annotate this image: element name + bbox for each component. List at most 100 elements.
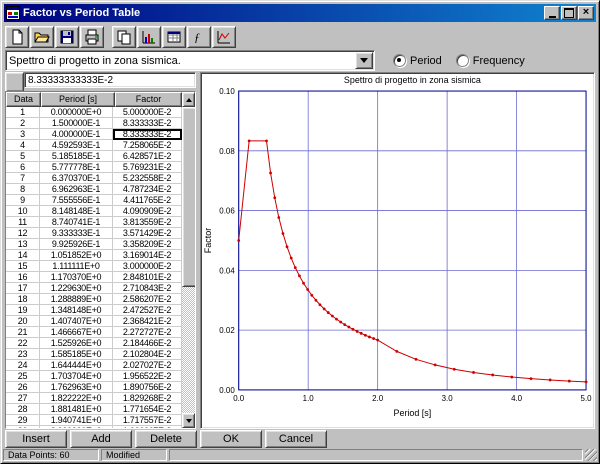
row-index-cell[interactable]: 13 [6,239,40,250]
value-cell[interactable]: 1.585185E+0 [40,349,113,360]
row-index-cell[interactable]: 30 [6,426,40,428]
value-cell[interactable]: 5.232558E-2 [113,173,182,184]
value-cell[interactable]: 2.586207E-2 [113,294,182,305]
row-index-cell[interactable]: 12 [6,228,40,239]
table-button[interactable] [162,26,186,48]
value-cell[interactable]: 1.762963E+0 [40,382,113,393]
row-index-cell[interactable]: 15 [6,261,40,272]
open-button[interactable] [30,26,54,48]
value-cell[interactable]: 7.555556E-1 [40,195,113,206]
value-cell[interactable]: 1.881481E+0 [40,404,113,415]
value-cell[interactable]: 3.000000E-2 [113,261,182,272]
row-index-cell[interactable]: 5 [6,151,40,162]
value-cell[interactable]: 8.333333E-2 [113,129,182,140]
value-cell[interactable]: 1.348148E+0 [40,305,113,316]
value-cell[interactable]: 1.288889E+0 [40,294,113,305]
radio-frequency[interactable]: Frequency [456,54,525,67]
resize-grip[interactable] [585,449,597,461]
row-index-cell[interactable]: 22 [6,338,40,349]
row-index-cell[interactable]: 8 [6,184,40,195]
value-cell[interactable]: 3.813559E-2 [113,217,182,228]
value-cell[interactable]: 9.925926E-1 [40,239,113,250]
value-cell[interactable]: 2.027027E-2 [113,360,182,371]
value-cell[interactable]: 6.962963E-1 [40,184,113,195]
chart-bars-button[interactable] [137,26,161,48]
value-cell[interactable]: 1.829268E-2 [113,393,182,404]
combobox-dropdown-button[interactable] [355,52,373,69]
value-cell[interactable]: 1.956522E-2 [113,371,182,382]
row-index-cell[interactable]: 2 [6,118,40,129]
value-cell[interactable]: 5.769231E-2 [113,162,182,173]
value-cell[interactable]: 3.358209E-2 [113,239,182,250]
delete-button[interactable]: Delete [135,430,197,448]
value-cell[interactable]: 2.272727E-2 [113,327,182,338]
column-header-period-s[interactable]: Period [s] [41,92,115,107]
value-cell[interactable]: 8.740741E-1 [40,217,113,228]
table-scrollbar[interactable] [182,92,195,428]
value-cell[interactable]: 3.571429E-2 [113,228,182,239]
value-cell[interactable]: 1.525926E+0 [40,338,113,349]
scroll-up-button[interactable] [182,92,195,107]
row-index-cell[interactable]: 11 [6,217,40,228]
value-cell[interactable]: 8.148148E-1 [40,206,113,217]
value-cell[interactable]: 8.333333E-2 [113,118,182,129]
value-cell[interactable]: 1.500000E-1 [40,118,113,129]
row-index-cell[interactable]: 6 [6,162,40,173]
value-cell[interactable]: 7.258065E-2 [113,140,182,151]
scrollbar-track[interactable] [182,107,195,413]
value-cell[interactable]: 5.185185E-1 [40,151,113,162]
radio-period[interactable]: Period [393,54,442,67]
row-index-cell[interactable]: 27 [6,393,40,404]
column-header-factor[interactable]: Factor [115,92,182,107]
new-button[interactable] [5,26,29,48]
save-button[interactable] [55,26,79,48]
row-index-cell[interactable]: 14 [6,250,40,261]
row-index-cell[interactable]: 20 [6,316,40,327]
row-index-cell[interactable]: 28 [6,404,40,415]
value-cell[interactable]: 1.170370E+0 [40,272,113,283]
value-cell[interactable]: 1.822222E+0 [40,393,113,404]
value-cell[interactable]: 2.848101E-2 [113,272,182,283]
value-cell[interactable]: 4.411765E-2 [113,195,182,206]
value-cell[interactable]: 4.090909E-2 [113,206,182,217]
value-cell[interactable]: 6.428571E-2 [113,151,182,162]
row-index-cell[interactable]: 7 [6,173,40,184]
value-cell[interactable]: 1.890756E-2 [113,382,182,393]
grid-corner-button[interactable] [5,72,24,92]
column-header-data[interactable]: Data [6,92,41,107]
value-cell[interactable]: 2.000000E+0 [40,426,113,428]
row-index-cell[interactable]: 23 [6,349,40,360]
row-index-cell[interactable]: 19 [6,305,40,316]
value-cell[interactable]: 1.407407E+0 [40,316,113,327]
value-cell[interactable]: 9.333333E-1 [40,228,113,239]
value-cell[interactable]: 1.717557E-2 [113,415,182,426]
value-cell[interactable]: 4.000000E-1 [40,129,113,140]
scrollbar-thumb[interactable] [182,107,196,287]
value-cell[interactable]: 1.703704E+0 [40,371,113,382]
cancel-button[interactable]: Cancel [265,430,327,448]
value-cell[interactable]: 1.940741E+0 [40,415,113,426]
row-index-cell[interactable]: 3 [6,129,40,140]
value-cell[interactable]: 2.184466E-2 [113,338,182,349]
value-cell[interactable]: 2.710843E-2 [113,283,182,294]
value-cell[interactable]: 5.777778E-1 [40,162,113,173]
row-index-cell[interactable]: 10 [6,206,40,217]
maximize-button[interactable] [561,6,577,20]
chart-line-button[interactable] [212,26,236,48]
row-index-cell[interactable]: 17 [6,283,40,294]
close-button[interactable]: × [578,6,594,20]
scroll-down-button[interactable] [182,413,195,428]
value-cell[interactable]: 1.771654E-2 [113,404,182,415]
add-button[interactable]: Add [70,430,132,448]
value-cell[interactable]: 1.051852E+0 [40,250,113,261]
row-index-cell[interactable]: 4 [6,140,40,151]
value-cell[interactable]: 1.466667E+0 [40,327,113,338]
value-cell[interactable]: 1.644444E+0 [40,360,113,371]
ok-button[interactable]: OK [200,430,262,448]
spectrum-combobox[interactable]: Spettro di progetto in zona sismica. [5,50,375,71]
fx-button[interactable]: ƒ [187,26,211,48]
value-cell[interactable]: 1.666667E-2 [113,426,182,428]
row-index-cell[interactable]: 18 [6,294,40,305]
row-index-cell[interactable]: 29 [6,415,40,426]
titlebar[interactable]: Factor vs Period Table × [4,4,596,22]
